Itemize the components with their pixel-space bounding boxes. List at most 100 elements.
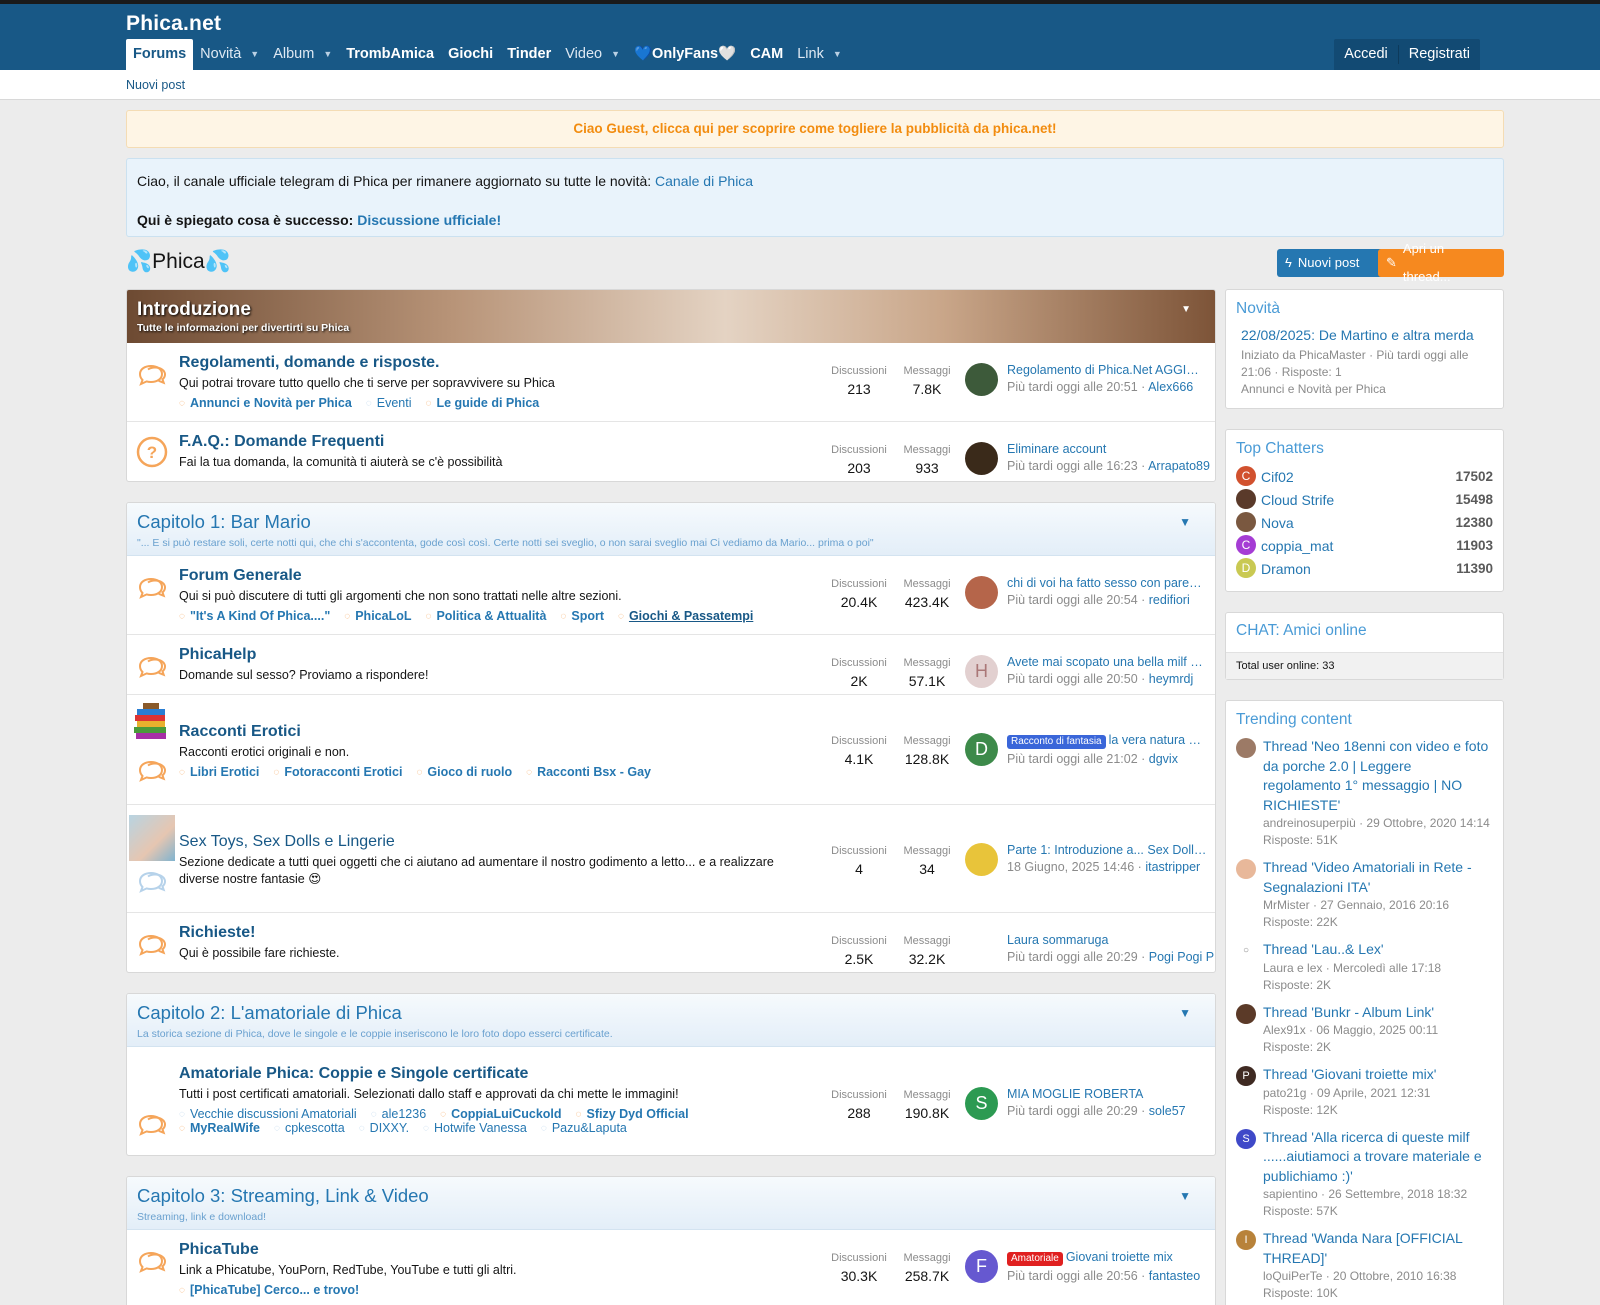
last-post-title-text[interactable]: la vera natura di mia moglie: [1109, 733, 1207, 747]
new-posts-button[interactable]: ϟ Nuovi post: [1277, 249, 1393, 277]
last-post-title-text[interactable]: Giovani troiette mix: [1066, 1250, 1173, 1264]
site-logo[interactable]: Phica.net: [126, 12, 221, 36]
nav-tab-3[interactable]: TrombAmica: [339, 39, 441, 70]
avatar[interactable]: H: [965, 655, 998, 688]
node-title[interactable]: Richieste!: [179, 924, 825, 942]
last-post-title[interactable]: Amatoriale Giovani troiette mix: [1007, 1250, 1200, 1266]
last-post-user[interactable]: Arrapato89: [1148, 459, 1210, 473]
last-post-title[interactable]: Racconto di fantasiala vera natura di mi…: [1007, 733, 1207, 749]
avatar[interactable]: C: [1236, 466, 1256, 486]
last-post-title-text[interactable]: MIA MOGLIE ROBERTA: [1007, 1087, 1143, 1101]
subforum-link[interactable]: ◌ Racconti Bsx - Gay: [526, 765, 651, 779]
subforum-link[interactable]: ◌ ale1236: [371, 1107, 426, 1121]
subforum-label[interactable]: DIXXY.: [370, 1121, 409, 1135]
avatar[interactable]: [1236, 859, 1256, 879]
last-post-title-text[interactable]: Avete mai scopato una bella milf sposata…: [1007, 655, 1207, 669]
last-post-title-text[interactable]: Parte 1: Introduzione a... Sex Doll e ol…: [1007, 843, 1207, 857]
subforum-label[interactable]: Pazu&Laputa: [552, 1121, 627, 1135]
subforum-link[interactable]: ◌ Eventi: [366, 396, 412, 410]
last-post-title[interactable]: Parte 1: Introduzione a... Sex Doll e ol…: [1007, 843, 1207, 857]
subforum-link[interactable]: ◌ Vecchie discussioni Amatoriali: [179, 1107, 357, 1121]
subforum-label[interactable]: Eventi: [377, 396, 412, 410]
last-post-user[interactable]: heymrdj: [1149, 672, 1193, 686]
avatar[interactable]: P: [1236, 1066, 1256, 1086]
subforum-label[interactable]: "It's A Kind Of Phica....": [190, 609, 330, 623]
node-title[interactable]: Amatoriale Phica: Coppie e Singole certi…: [179, 1065, 825, 1083]
subforum-label[interactable]: Fotoracconti Erotici: [284, 765, 402, 779]
subforum-label[interactable]: Sfizy Dyd Official: [586, 1107, 688, 1121]
avatar[interactable]: [965, 576, 998, 609]
last-post-title[interactable]: MIA MOGLIE ROBERTA: [1007, 1087, 1186, 1101]
subforum-label[interactable]: ale1236: [382, 1107, 427, 1121]
subforum-label[interactable]: Gioco di ruolo: [427, 765, 512, 779]
node-title[interactable]: Regolamenti, domande e risposte.: [179, 354, 825, 372]
nav-tab-5[interactable]: Tinder: [500, 39, 558, 70]
avatar[interactable]: [965, 933, 998, 966]
last-post-title[interactable]: Avete mai scopato una bella milf sposata…: [1007, 655, 1207, 669]
subforum-label[interactable]: Sport: [571, 609, 604, 623]
trending-title[interactable]: Thread 'Alla ricerca di queste milf ....…: [1263, 1128, 1493, 1187]
subforum-label[interactable]: MyRealWife: [190, 1121, 260, 1135]
avatar[interactable]: [965, 442, 998, 475]
subforum-link[interactable]: ◌ CoppiaLuiCuckold: [440, 1107, 561, 1121]
trending-title[interactable]: Thread 'Bunkr - Album Link': [1263, 1003, 1438, 1023]
chevron-down-icon[interactable]: ▼: [611, 39, 620, 70]
category-title[interactable]: Capitolo 1: Bar Mario: [137, 511, 1205, 533]
intro-banner[interactable]: Introduzione Tutte le informazioni per d…: [127, 290, 1215, 343]
subforum-link[interactable]: ◌ Fotoracconti Erotici: [273, 765, 402, 779]
news-link[interactable]: 22/08/2025: De Martino e altra merda: [1241, 326, 1493, 344]
subforum-label[interactable]: Vecchie discussioni Amatoriali: [190, 1107, 357, 1121]
chatter-name[interactable]: Dramon: [1261, 561, 1456, 578]
chatter-name[interactable]: Cloud Strife: [1261, 492, 1455, 509]
chatter-name[interactable]: coppia_mat: [1261, 538, 1456, 555]
last-post-user[interactable]: itastripper: [1145, 860, 1200, 874]
subforum-label[interactable]: Libri Erotici: [190, 765, 259, 779]
subforum-link[interactable]: ◌ Giochi & Passatempi: [618, 609, 753, 623]
subforum-link[interactable]: ◌ Politica & Attualità: [425, 609, 546, 623]
chevron-down-icon[interactable]: ▼: [250, 39, 259, 70]
last-post-title[interactable]: Laura sommaruga: [1007, 933, 1207, 947]
nav-tab-7[interactable]: 💙OnlyFans🤍: [627, 39, 743, 70]
subforum-link[interactable]: ◌ DIXXY.: [359, 1121, 409, 1135]
collapse-icon[interactable]: ▼: [1179, 1006, 1191, 1020]
widget-title[interactable]: Novità: [1236, 300, 1493, 318]
avatar[interactable]: D: [1236, 558, 1256, 578]
avatar[interactable]: C: [1236, 535, 1256, 555]
node-title[interactable]: Racconti Erotici: [179, 723, 825, 741]
official-discussion-link[interactable]: Discussione ufficiale!: [357, 212, 501, 228]
telegram-channel-link[interactable]: Canale di Phica: [655, 173, 753, 189]
avatar[interactable]: S: [1236, 1128, 1256, 1149]
avatar[interactable]: D: [965, 733, 998, 766]
last-post-title-text[interactable]: Regolamento di Phica.Net AGGIORNATO: [1007, 363, 1207, 377]
node-title[interactable]: PhicaHelp: [179, 646, 825, 664]
subforum-link[interactable]: ◌ PhicaLoL: [344, 609, 411, 623]
avatar[interactable]: [1236, 512, 1256, 532]
avatar[interactable]: [1236, 1003, 1256, 1024]
node-title[interactable]: Forum Generale: [179, 567, 825, 585]
last-post-user[interactable]: Alex666: [1148, 380, 1193, 394]
subforum-link[interactable]: ◌ Sfizy Dyd Official: [576, 1107, 689, 1121]
nav-tab-2[interactable]: Album ▼: [266, 39, 339, 70]
subforum-link[interactable]: ◌ "It's A Kind Of Phica....": [179, 609, 330, 623]
collapse-icon[interactable]: ▼: [1179, 1189, 1191, 1203]
last-post-title[interactable]: Regolamento di Phica.Net AGGIORNATO: [1007, 363, 1207, 377]
nav-tab-9[interactable]: Link ▼: [790, 39, 849, 70]
nav-tab-6[interactable]: Video ▼: [558, 39, 627, 70]
subforum-label[interactable]: PhicaLoL: [355, 609, 411, 623]
thread-prefix-label[interactable]: Amatoriale: [1007, 1252, 1063, 1266]
last-post-title-text[interactable]: Eliminare account: [1007, 442, 1106, 456]
chatter-name[interactable]: Nova: [1261, 515, 1455, 532]
thread-prefix-label[interactable]: Racconto di fantasia: [1007, 735, 1106, 749]
chatter-name[interactable]: Cif02: [1261, 469, 1455, 486]
trending-title[interactable]: Thread 'Neo 18enni con video e foto da p…: [1263, 737, 1493, 815]
subforum-link[interactable]: ◌ MyRealWife: [179, 1121, 260, 1135]
chevron-down-icon[interactable]: ▼: [323, 39, 332, 70]
subforum-label[interactable]: Politica & Attualità: [436, 609, 546, 623]
subforum-link[interactable]: ◌ Hotwife Vanessa: [423, 1121, 527, 1135]
subforum-link[interactable]: ◌ Le guide di Phica: [426, 396, 540, 410]
subforum-label[interactable]: Le guide di Phica: [436, 396, 539, 410]
last-post-title[interactable]: Eliminare account: [1007, 442, 1207, 456]
chevron-down-icon[interactable]: ▼: [833, 39, 842, 70]
nav-tab-4[interactable]: Giochi: [441, 39, 500, 70]
last-post-user[interactable]: redifiori: [1149, 593, 1190, 607]
